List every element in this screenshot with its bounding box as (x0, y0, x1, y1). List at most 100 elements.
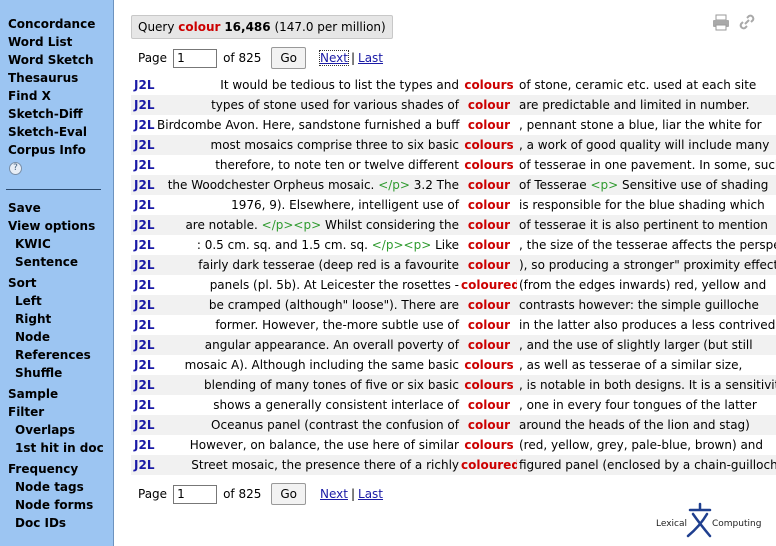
sidebar-item-kwic[interactable]: KWIC (0, 235, 113, 253)
sidebar-item-sample[interactable]: Sample (0, 385, 113, 403)
page-label: Page (138, 51, 168, 65)
context-text: are predictable and limited in number. (519, 98, 750, 112)
left-context: shows a generally consistent interlace o… (157, 395, 461, 415)
sidebar-item-word-sketch[interactable]: Word Sketch (0, 51, 113, 69)
sidebar-item-node[interactable]: Node (0, 328, 113, 346)
sidebar-item-right[interactable]: Right (0, 310, 113, 328)
doc-reference-link[interactable]: J2L (134, 338, 154, 352)
sidebar-item-node-forms[interactable]: Node forms (0, 496, 113, 514)
sidebar-item-sentence[interactable]: Sentence (0, 253, 113, 271)
keyword-in-context[interactable]: colour (461, 115, 517, 135)
doc-reference-link[interactable]: J2L (134, 118, 154, 132)
sidebar-item-sketch-diff[interactable]: Sketch-Diff (0, 105, 113, 123)
doc-reference-link[interactable]: J2L (134, 278, 154, 292)
context-text: fairly dark tesserae (deep red is a favo… (198, 258, 459, 272)
sidebar-item-word-list[interactable]: Word List (0, 33, 113, 51)
context-text: in the latter also produces a less contr… (519, 318, 776, 332)
go-button[interactable]: Go (271, 47, 306, 69)
keyword-in-context[interactable]: colours (461, 375, 517, 395)
keyword-in-context[interactable]: colours (461, 155, 517, 175)
keyword-in-context[interactable]: coloured (461, 455, 517, 475)
keyword-in-context[interactable]: colours (461, 135, 517, 155)
next-link[interactable]: Next (319, 50, 349, 66)
keyword-in-context[interactable]: colour (461, 235, 517, 255)
keyword-in-context[interactable]: colour (461, 335, 517, 355)
context-text: mosaic A). Although including the same b… (184, 358, 459, 372)
keyword-in-context[interactable]: colour (461, 175, 517, 195)
right-context: in the latter also produces a less contr… (517, 315, 776, 335)
doc-reference-link[interactable]: J2L (134, 318, 154, 332)
doc-reference-link[interactable]: J2L (134, 178, 154, 192)
doc-reference-link[interactable]: J2L (134, 218, 154, 232)
query-hit-count: 16,486 (224, 20, 271, 34)
next-link[interactable]: Next (320, 487, 348, 501)
context-text: around the heads of the lion and stag) (519, 418, 750, 432)
context-text: is responsible for the blue shading whic… (519, 198, 765, 212)
keyword-in-context[interactable]: colour (461, 95, 517, 115)
keyword-in-context[interactable]: colours (461, 355, 517, 375)
last-link[interactable]: Last (358, 487, 383, 501)
doc-reference-link[interactable]: J2L (134, 198, 154, 212)
doc-reference-link[interactable]: J2L (134, 298, 154, 312)
print-icon[interactable] (712, 14, 730, 31)
page-input[interactable] (173, 48, 218, 68)
doc-reference-link[interactable]: J2L (134, 138, 154, 152)
context-text: former. However, the-more subtle use of (215, 318, 459, 332)
sidebar-nav: Concordance Word List Word Sketch Thesaurus… (0, 15, 113, 159)
concordance-table: J2L It would be tedious to list the types… (131, 75, 776, 475)
doc-reference-link[interactable]: J2L (134, 398, 154, 412)
keyword-in-context[interactable]: colour (461, 295, 517, 315)
keyword-in-context[interactable]: colours (461, 435, 517, 455)
doc-reference-link[interactable]: J2L (134, 158, 154, 172)
sidebar-item-filter[interactable]: Filter (0, 403, 113, 421)
context-text: be cramped (although" loose"). There are (208, 298, 459, 312)
sidebar-item-frequency[interactable]: Frequency (0, 460, 113, 478)
keyword-in-context[interactable]: colour (461, 315, 517, 335)
go-button[interactable]: Go (271, 483, 306, 505)
sidebar-item-view-options[interactable]: View options (0, 217, 113, 235)
keyword-in-context[interactable]: colour (461, 215, 517, 235)
context-text: blending of many tones of five or six ba… (204, 378, 459, 392)
doc-reference-link[interactable]: J2L (134, 438, 154, 452)
left-context: Birdcombe Avon. Here, sandstone furnishe… (157, 115, 461, 135)
keyword-in-context[interactable]: colour (461, 255, 517, 275)
doc-reference-link[interactable]: J2L (134, 458, 154, 472)
sidebar-item-doc-ids[interactable]: Doc IDs (0, 514, 113, 532)
doc-reference-link[interactable]: J2L (134, 378, 154, 392)
sidebar-item-node-tags[interactable]: Node tags (0, 478, 113, 496)
sidebar-item-sort[interactable]: Sort (0, 274, 113, 292)
doc-reference-link[interactable]: J2L (134, 418, 154, 432)
last-link[interactable]: Last (358, 51, 383, 65)
keyword-in-context[interactable]: colours (461, 75, 517, 95)
sidebar-item-sketch-eval[interactable]: Sketch-Eval (0, 123, 113, 141)
keyword-in-context[interactable]: coloured (461, 275, 517, 295)
sidebar-item-references[interactable]: References (0, 346, 113, 364)
doc-reference-link[interactable]: J2L (134, 78, 154, 92)
sidebar-item-shuffle[interactable]: Shuffle (0, 364, 113, 382)
sidebar-item-save[interactable]: Save (0, 199, 113, 217)
doc-reference-link[interactable]: J2L (134, 238, 154, 252)
sidebar-item-corpus-info[interactable]: Corpus Info (0, 141, 113, 159)
left-context: are notable. </p><p> Whilst considering … (157, 215, 461, 235)
sidebar-item-find-x[interactable]: Find X (0, 87, 113, 105)
context-text: most mosaics comprise three to six basic (210, 138, 459, 152)
help-icon[interactable]: ? (9, 162, 22, 175)
doc-reference-link[interactable]: J2L (134, 98, 154, 112)
link-icon[interactable] (738, 14, 756, 31)
right-context: are predictable and limited in number. (517, 95, 776, 115)
doc-reference-link[interactable]: J2L (134, 358, 154, 372)
context-text: panels (pl. 5b). At Leicester the rosett… (209, 278, 459, 292)
keyword-in-context[interactable]: colour (461, 415, 517, 435)
doc-reference-link[interactable]: J2L (134, 258, 154, 272)
sidebar-item-1st-hit-in-doc[interactable]: 1st hit in doc (0, 439, 113, 457)
context-text: Street mosaic, the presence there of a r… (191, 458, 459, 472)
sidebar-item-concordance[interactable]: Concordance (0, 15, 113, 33)
table-row: J2L: 0.5 cm. sq. and 1.5 cm. sq. </p><p>… (131, 235, 776, 255)
keyword-in-context[interactable]: colour (461, 195, 517, 215)
sidebar-item-overlaps[interactable]: Overlaps (0, 421, 113, 439)
left-context: mosaic A). Although including the same b… (157, 355, 461, 375)
sidebar-item-left[interactable]: Left (0, 292, 113, 310)
keyword-in-context[interactable]: colour (461, 395, 517, 415)
page-input[interactable] (173, 484, 218, 504)
sidebar-item-thesaurus[interactable]: Thesaurus (0, 69, 113, 87)
